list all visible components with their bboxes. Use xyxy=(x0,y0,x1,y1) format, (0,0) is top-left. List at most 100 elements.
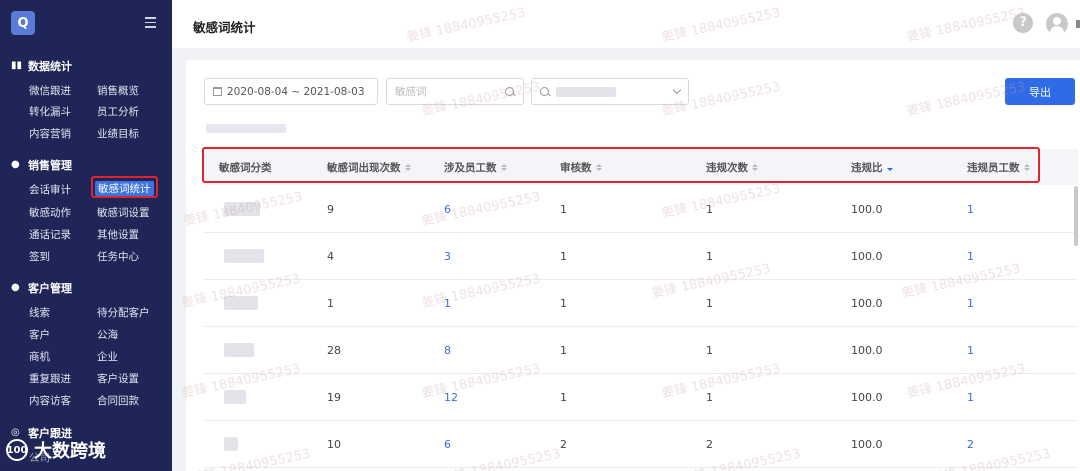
redacted-category xyxy=(224,390,246,404)
sidebar-item-opportunities[interactable]: 商机 xyxy=(29,349,50,364)
cell-violating-employees[interactable]: 1 xyxy=(967,391,974,404)
keyword-placeholder: 敏感词 xyxy=(395,86,427,98)
search-icon xyxy=(540,86,550,97)
redacted-selection xyxy=(556,86,616,97)
section-title: 客户管理 xyxy=(28,282,72,295)
sidebar-item-sensitive-action[interactable]: 敏感动作 xyxy=(29,205,71,220)
cell-violations: 2 xyxy=(706,438,713,451)
section-data-stats[interactable]: ▮▮ 数据统计 xyxy=(11,58,72,74)
sidebar-item-sales-overview[interactable]: 销售概览 xyxy=(97,83,139,98)
sidebar-item-leads[interactable]: 线索 xyxy=(29,305,50,320)
cell-violation-ratio: 100.0 xyxy=(851,344,883,357)
table-row: 9 6 1 1 100.0 1 xyxy=(204,186,1078,233)
cell-occurrences: 19 xyxy=(327,391,341,404)
cell-violation-ratio: 100.0 xyxy=(851,297,883,310)
cell-occurrences: 10 xyxy=(327,438,341,451)
cell-employees[interactable]: 1 xyxy=(444,297,451,310)
bar-chart-icon: ▮▮ xyxy=(11,60,23,71)
redacted-category xyxy=(224,437,238,451)
cell-violations: 1 xyxy=(706,344,713,357)
brand-name: 大数跨境 xyxy=(34,441,106,462)
cell-employees[interactable]: 8 xyxy=(444,344,451,357)
help-icon[interactable]: ? xyxy=(1013,13,1033,33)
cell-reviews: 1 xyxy=(560,203,567,216)
sidebar-item-sensitive-word-settings[interactable]: 敏感词设置 xyxy=(97,205,150,220)
sidebar-item-repeat-followup[interactable]: 重复跟进 xyxy=(29,371,71,386)
cell-violating-employees[interactable]: 1 xyxy=(967,344,974,357)
cell-reviews: 1 xyxy=(560,391,567,404)
app-logo[interactable]: Q xyxy=(11,11,35,35)
sidebar-item-call-records[interactable]: 通话记录 xyxy=(29,227,71,242)
sidebar-item-content-visitors[interactable]: 内容访客 xyxy=(29,393,71,408)
cell-violating-employees[interactable]: 1 xyxy=(967,250,974,263)
avatar[interactable] xyxy=(1046,13,1068,35)
chevron-down-icon xyxy=(672,85,682,94)
cell-violation-ratio: 100.0 xyxy=(851,391,883,404)
member-select[interactable] xyxy=(531,78,689,105)
sidebar-item-contract-payments[interactable]: 合同回款 xyxy=(97,393,139,408)
sidebar-item-performance-goal[interactable]: 业绩目标 xyxy=(97,126,139,141)
calendar-icon xyxy=(213,87,222,96)
sidebar-item-companies[interactable]: 企业 xyxy=(97,349,118,364)
date-range-value: 2020-08-04 ~ 2021-08-03 xyxy=(227,85,365,98)
main-card: 2020-08-04 ~ 2021-08-03 敏感词 导出 敏感词分类 敏感词… xyxy=(186,60,1080,471)
cell-employees[interactable]: 3 xyxy=(444,250,451,263)
section-title: 数据统计 xyxy=(28,60,72,73)
date-range-picker[interactable]: 2020-08-04 ~ 2021-08-03 xyxy=(204,78,378,105)
cell-violating-employees[interactable]: 1 xyxy=(967,297,974,310)
sidebar-item-content-marketing[interactable]: 内容营销 xyxy=(29,126,71,141)
cell-employees[interactable]: 6 xyxy=(444,203,451,216)
sidebar-item-session-audit[interactable]: 会话审计 xyxy=(29,182,71,197)
table-row: 28 8 1 1 100.0 1 xyxy=(204,327,1078,374)
cell-employees[interactable]: 12 xyxy=(444,391,458,404)
cell-violation-ratio: 100.0 xyxy=(851,203,883,216)
search-icon[interactable] xyxy=(505,86,515,97)
sidebar-item-funnel[interactable]: 转化漏斗 xyxy=(29,104,71,119)
cell-violations: 1 xyxy=(706,391,713,404)
cell-reviews: 2 xyxy=(560,438,567,451)
sidebar-item-customer-settings[interactable]: 客户设置 xyxy=(97,371,139,386)
sidebar-item-wechat-followup[interactable]: 微信跟进 xyxy=(29,83,71,98)
section-sales-management[interactable]: ● 销售管理 xyxy=(11,157,72,173)
cell-violations: 1 xyxy=(706,203,713,216)
sidebar-item-public-pool[interactable]: 公海 xyxy=(97,327,118,342)
redacted-category xyxy=(224,202,260,216)
export-button[interactable]: 导出 xyxy=(1005,78,1075,105)
cell-occurrences: 1 xyxy=(327,297,334,310)
highlight-box-sidebar xyxy=(91,176,158,198)
table-row: 10 6 2 2 100.0 2 xyxy=(204,421,1078,468)
scrollbar[interactable] xyxy=(1074,186,1078,246)
redacted-category xyxy=(224,249,264,263)
top-bar: 敏感词统计 ? xyxy=(172,0,1080,48)
section-title: 销售管理 xyxy=(28,159,72,172)
table-row: 19 12 1 1 100.0 1 xyxy=(204,374,1078,421)
cell-violations: 1 xyxy=(706,297,713,310)
sidebar-item-staff-analysis[interactable]: 员工分析 xyxy=(97,104,139,119)
highlight-box-table-header xyxy=(202,147,1040,183)
cell-employees[interactable]: 6 xyxy=(444,438,451,451)
sidebar-item-other-settings[interactable]: 其他设置 xyxy=(97,227,139,242)
sidebar-item-customers[interactable]: 客户 xyxy=(29,327,50,342)
brand-watermark: 100 大数跨境 xyxy=(6,437,106,463)
sidebar-item-unassigned-customers[interactable]: 待分配客户 xyxy=(97,305,150,320)
redacted-summary xyxy=(206,124,286,133)
sidebar: Q ▮▮ 数据统计 微信跟进 销售概览 转化漏斗 员工分析 内容营销 业绩目标 … xyxy=(0,0,172,471)
users-icon: ● xyxy=(11,282,20,293)
section-customer-management[interactable]: ● 客户管理 xyxy=(11,280,72,296)
sidebar-item-task-center[interactable]: 任务中心 xyxy=(97,249,139,264)
user-menu-icon[interactable] xyxy=(1076,20,1080,28)
cell-violating-employees[interactable]: 2 xyxy=(967,438,974,451)
redacted-category xyxy=(224,343,254,357)
table-row: 1 1 1 1 100.0 1 xyxy=(204,280,1078,327)
brand-logo-icon: 100 xyxy=(6,439,28,461)
redacted-category xyxy=(224,296,258,310)
collapse-menu-icon[interactable] xyxy=(145,17,156,28)
cell-occurrences: 9 xyxy=(327,203,334,216)
cell-occurrences: 28 xyxy=(327,344,341,357)
sidebar-item-check-in[interactable]: 签到 xyxy=(29,249,50,264)
keyword-search-input[interactable]: 敏感词 xyxy=(386,78,524,105)
user-icon: ● xyxy=(11,159,20,170)
cell-occurrences: 4 xyxy=(327,250,334,263)
cell-violating-employees[interactable]: 1 xyxy=(967,203,974,216)
cell-violations: 1 xyxy=(706,250,713,263)
